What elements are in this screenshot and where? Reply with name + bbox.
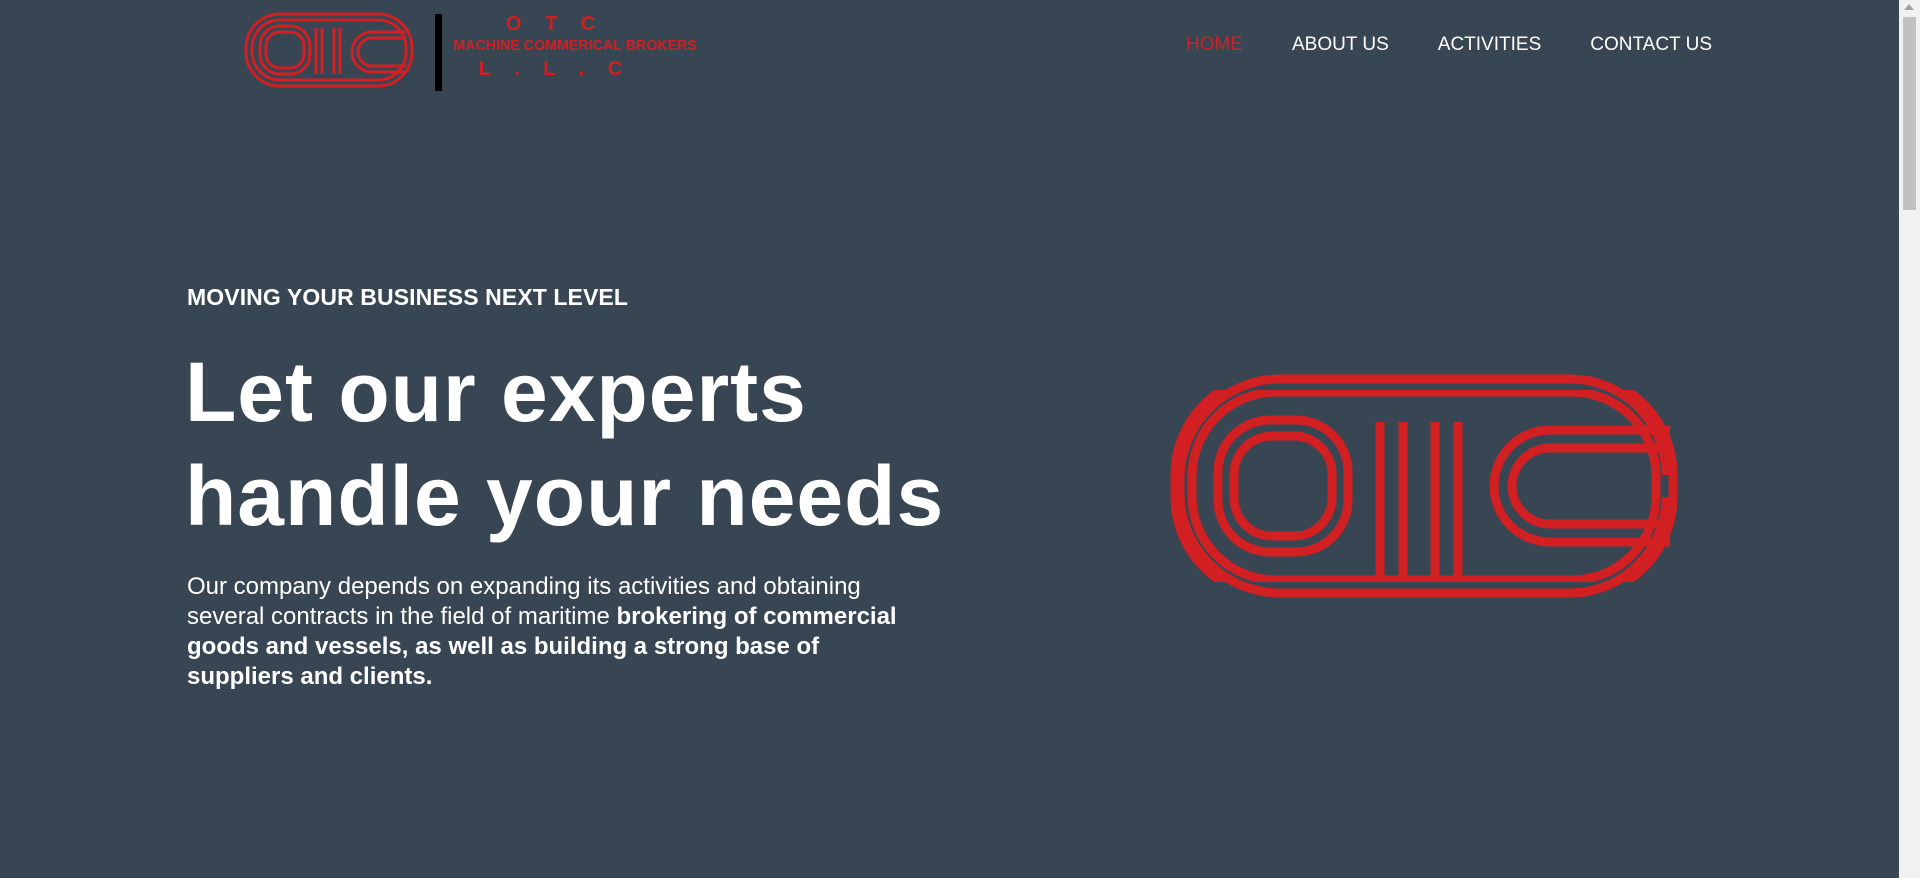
hero-headline-line-2: handle your needs bbox=[185, 449, 945, 543]
hero-headline: Let our experts handle your needs bbox=[185, 340, 945, 548]
logo-wordmark: O T C MACHINE COMMERICAL BROKERS L . L .… bbox=[448, 13, 697, 80]
main-nav: HOME ABOUT US ACTIVITIES CONTACT US bbox=[1137, 34, 1712, 56]
otc-hero-logo-icon bbox=[1170, 370, 1680, 602]
otc-logo-mark-icon bbox=[244, 12, 414, 88]
scrollbar-thumb[interactable] bbox=[1903, 17, 1916, 210]
logo-line-llc: L . L . C bbox=[478, 58, 632, 80]
hero-description: Our company depends on expanding its act… bbox=[187, 572, 927, 692]
logo-line-otc: O T C bbox=[505, 13, 605, 35]
hero-headline-line-1: Let our experts bbox=[185, 345, 807, 439]
page-scrollbar[interactable] bbox=[1899, 0, 1920, 878]
page: O T C MACHINE COMMERICAL BROKERS L . L .… bbox=[0, 0, 1899, 878]
header-logo[interactable]: O T C MACHINE COMMERICAL BROKERS L . L .… bbox=[244, 8, 697, 94]
logo-divider bbox=[435, 14, 442, 91]
nav-home[interactable]: HOME bbox=[1186, 34, 1243, 56]
nav-activities[interactable]: ACTIVITIES bbox=[1438, 34, 1541, 56]
hero-eyebrow: MOVING YOUR BUSINESS NEXT LEVEL bbox=[187, 284, 629, 310]
nav-about-us[interactable]: ABOUT US bbox=[1292, 34, 1389, 56]
logo-line-company: MACHINE COMMERICAL BROKERS bbox=[453, 37, 697, 54]
scroll-up-arrow-icon[interactable] bbox=[1904, 4, 1914, 10]
nav-contact-us[interactable]: CONTACT US bbox=[1590, 34, 1712, 56]
